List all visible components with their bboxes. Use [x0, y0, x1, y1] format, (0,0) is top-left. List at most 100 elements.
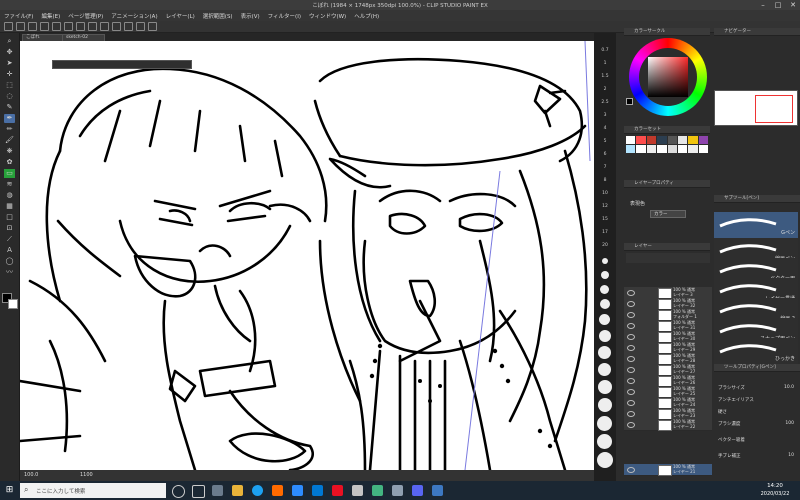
zoom-tool-icon[interactable]: ⌕: [4, 37, 15, 46]
eye-icon[interactable]: [627, 301, 635, 307]
floating-window-bar[interactable]: [52, 60, 192, 69]
eye-icon[interactable]: [627, 356, 635, 362]
blend-mode-row[interactable]: [626, 253, 710, 263]
brush-size-label[interactable]: 2.5: [596, 100, 614, 105]
brush-size-label[interactable]: 3: [596, 113, 614, 118]
chrome-icon[interactable]: [252, 485, 263, 496]
eye-icon[interactable]: [627, 290, 635, 296]
selection-tool-icon[interactable]: ⬚: [4, 81, 15, 90]
brush-size-dot[interactable]: [600, 299, 610, 309]
brush-size-dot[interactable]: [599, 330, 611, 342]
eye-icon[interactable]: [627, 411, 635, 417]
prop-brush-density[interactable]: ブラシ濃度 100: [716, 420, 798, 430]
eye-icon[interactable]: [627, 400, 635, 406]
layer-property-panel-header[interactable]: レイヤープロパティ: [624, 180, 710, 188]
sub-tool-panel-header[interactable]: サブツール[ペン]: [714, 195, 800, 203]
eye-icon[interactable]: [627, 422, 635, 428]
brush-size-dot[interactable]: [601, 271, 609, 279]
app-icon[interactable]: [412, 485, 423, 496]
brush-size-label[interactable]: 5: [596, 139, 614, 144]
drawing-canvas[interactable]: [20, 41, 594, 470]
layer-row[interactable]: 100 % 通常 レイヤー 22: [624, 419, 712, 431]
minimize-button[interactable]: –: [756, 0, 770, 10]
close-button[interactable]: ✕: [786, 0, 800, 10]
transform-icon[interactable]: [76, 22, 85, 31]
grid-icon[interactable]: [148, 22, 157, 31]
brush-size-label[interactable]: 15: [596, 217, 614, 222]
brush-size-label[interactable]: 7: [596, 165, 614, 170]
brush-size-label[interactable]: 2: [596, 87, 614, 92]
undo-icon[interactable]: [40, 22, 49, 31]
clear-icon[interactable]: [64, 22, 73, 31]
tool-property-panel-header[interactable]: ツールプロパティ[Gペン]: [714, 364, 800, 372]
fill-icon[interactable]: [112, 22, 121, 31]
ruler-tool-icon[interactable]: ⟋: [4, 235, 15, 244]
decoration-tool-icon[interactable]: ✿: [4, 158, 15, 167]
app-icon[interactable]: [392, 485, 403, 496]
move-layer-icon[interactable]: ✛: [4, 70, 15, 79]
app-icon[interactable]: [332, 485, 343, 496]
eye-icon[interactable]: [627, 389, 635, 395]
prop-antialias[interactable]: アンチエイリアス: [716, 396, 798, 406]
brush-size-label[interactable]: 10: [596, 191, 614, 196]
edge-icon[interactable]: [312, 485, 323, 496]
eye-icon[interactable]: [627, 367, 635, 373]
sub-color-swatch[interactable]: [8, 299, 18, 309]
brush-size-dot[interactable]: [599, 314, 610, 325]
text-tool-icon[interactable]: A: [4, 246, 15, 255]
brush-size-dot[interactable]: [602, 258, 608, 264]
hue-ring[interactable]: [629, 38, 707, 116]
eraser-tool-icon[interactable]: ▭: [4, 169, 15, 178]
brush-size-dot[interactable]: [598, 346, 611, 359]
new-icon[interactable]: [4, 22, 13, 31]
brush-tool-icon[interactable]: 🖌: [4, 136, 15, 145]
eye-icon[interactable]: [627, 334, 635, 340]
menu-help[interactable]: ヘルプ(H): [354, 12, 379, 20]
taskbar-date[interactable]: 2020/03/22: [755, 491, 795, 497]
menu-file[interactable]: ファイル(F): [4, 12, 33, 20]
brush-size-dot[interactable]: [598, 363, 611, 376]
brush-size-dot[interactable]: [597, 434, 612, 449]
redo-icon[interactable]: [52, 22, 61, 31]
task-view-icon[interactable]: [192, 485, 205, 498]
snap-icon[interactable]: [136, 22, 145, 31]
clip-studio-icon[interactable]: [432, 485, 443, 496]
zoom-readout[interactable]: 100.0: [24, 472, 38, 478]
windows-start-icon[interactable]: ⊞: [4, 485, 15, 496]
menu-view[interactable]: 表示(V): [241, 12, 260, 20]
menu-edit[interactable]: 編集(E): [41, 12, 60, 20]
menu-animation[interactable]: アニメーション(A): [111, 12, 157, 20]
layer-panel-header[interactable]: レイヤー: [624, 243, 710, 251]
prop-stabilization[interactable]: 手ブレ補正 10: [716, 452, 798, 462]
navigator-preview[interactable]: [714, 90, 798, 126]
layer-row-selected[interactable]: 100 % 通常 レイヤー 21: [624, 464, 712, 476]
pen-tool-icon[interactable]: ✒: [4, 114, 15, 123]
airbrush-tool-icon[interactable]: ❋: [4, 147, 15, 156]
move-tool-icon[interactable]: ✥: [4, 48, 15, 57]
maximize-button[interactable]: □: [771, 0, 785, 10]
operation-tool-icon[interactable]: ➤: [4, 59, 15, 68]
balloon-tool-icon[interactable]: ◯: [4, 257, 15, 266]
current-color-swatch[interactable]: [626, 98, 633, 105]
save-icon[interactable]: [28, 22, 37, 31]
navigator-panel-header[interactable]: ナビゲーター: [714, 28, 800, 36]
prop-vector-snap[interactable]: ベクター吸着: [716, 436, 798, 446]
app-icon[interactable]: [372, 485, 383, 496]
eyedropper-tool-icon[interactable]: ✎: [4, 103, 15, 112]
brush-size-label[interactable]: 17: [596, 230, 614, 235]
gradient-tool-icon[interactable]: ▦: [4, 202, 15, 211]
taskbar-search-box[interactable]: ⌕ ここに入力して検索: [20, 483, 166, 498]
brush-size-label[interactable]: 20: [596, 243, 614, 248]
color-set-panel-header[interactable]: カラーセット: [624, 126, 710, 134]
pencil-tool-icon[interactable]: ✏: [4, 125, 15, 134]
prop-brush-size[interactable]: ブラシサイズ 10.0: [716, 384, 798, 394]
brush-item[interactable]: ひっかき: [714, 338, 798, 365]
lasso-tool-icon[interactable]: ◌: [4, 92, 15, 101]
menu-page[interactable]: ページ管理(P): [68, 12, 103, 20]
navigator-viewport-frame[interactable]: [755, 95, 793, 123]
menu-layer[interactable]: レイヤー(L): [166, 12, 195, 20]
brush-item-selected[interactable]: Gペン: [714, 212, 798, 239]
brush-size-dot[interactable]: [600, 285, 609, 294]
expression-color-select[interactable]: カラー: [650, 210, 686, 218]
brush-size-label[interactable]: 8: [596, 178, 614, 183]
